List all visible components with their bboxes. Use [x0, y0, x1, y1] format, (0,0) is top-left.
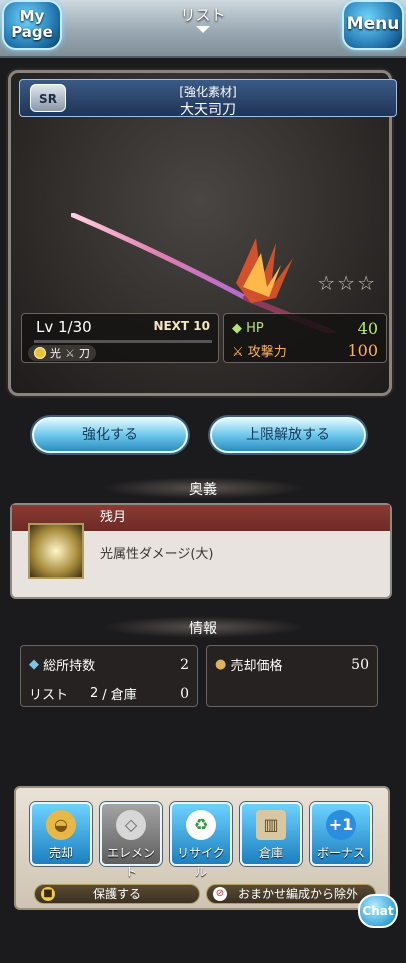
weapon-type-label: 刀 [78, 347, 90, 360]
atk-value: 100 [347, 340, 378, 360]
chat-button[interactable]: Chat [358, 894, 398, 928]
sell-value: 50 [351, 656, 369, 673]
light-element-icon [34, 347, 46, 359]
recycle-button[interactable]: ♻ リサイクル [170, 802, 232, 879]
coin-icon: ● [215, 657, 231, 672]
coin-icon: ◒ [46, 810, 76, 840]
element-button-label: エレメント [106, 846, 155, 879]
ougi-section-title: 奥義 [189, 482, 217, 498]
sell-button-label: 売却 [48, 846, 73, 860]
recycle-button-label: リサイクル [177, 846, 225, 879]
exclude-label: おまかせ編成から除外 [237, 887, 358, 901]
uncap-button[interactable]: 上限解放する [210, 417, 366, 453]
hp-value: 40 [357, 318, 378, 338]
next-exp: NEXT 10 [153, 319, 210, 333]
menu-button[interactable]: Menu [342, 0, 404, 50]
element-label: 光 [50, 347, 61, 360]
list-storage-row: リスト 2 / 倉庫 0 [29, 684, 189, 704]
hp-row: ◆ HP 40 [232, 317, 378, 339]
chat-label: Chat [362, 904, 394, 918]
level-text: Lv 1/30 [36, 318, 92, 336]
protect-toggle[interactable]: ■ 保護する [34, 884, 200, 904]
list-label: リスト [29, 688, 69, 703]
lock-icon: ■ [41, 887, 55, 901]
storage-icon: ▥ [256, 810, 286, 840]
upgrade-button[interactable]: 強化する [32, 417, 188, 453]
prohibit-icon: ⊘ [213, 887, 227, 901]
recycle-icon: ♻ [186, 810, 216, 840]
level-box: Lv 1/30 NEXT 10 光 ⚔ 刀 [21, 313, 219, 363]
weapon-stars: ☆☆☆ [317, 271, 377, 295]
bonus-button-label: ボーナス [316, 846, 365, 860]
ougi-description: 光属性ダメージ(大) [100, 547, 214, 562]
weapon-name-bar: SR [強化素材] 大天司刀 [19, 79, 397, 118]
element-button[interactable]: ◇ エレメント [100, 802, 162, 879]
owned-value: 2 [180, 656, 189, 673]
storage-label: / 倉庫 [102, 688, 137, 703]
menu-label: Menu [346, 14, 400, 34]
diamond-icon: ◆ [29, 657, 44, 672]
exp-bar [34, 340, 212, 343]
element-row: 光 ⚔ 刀 [28, 345, 96, 361]
title-notch [196, 26, 210, 34]
sell-row: ● 売却価格 50 [215, 655, 369, 675]
element-icon: ◇ [116, 810, 146, 840]
weapon-name: 大天司刀 [180, 102, 236, 118]
stat-box: ◆ HP 40 ⚔ 攻撃力 100 [223, 313, 387, 363]
owned-row: ◆ 総所持数 2 [29, 655, 189, 675]
sell-label: 売却価格 [230, 659, 283, 674]
bonus-button[interactable]: +1 ボーナス [310, 802, 372, 866]
sword-type-icon: ⚔ [65, 346, 75, 360]
top-bar: My Page リスト Menu [0, 0, 406, 58]
list-value: 2 [90, 686, 99, 701]
weapon-panel: SR [強化素材] 大天司刀 ☆☆☆ Lv 1/30 NEXT 10 光 ⚔ 刀 [8, 70, 397, 396]
hp-icon: ◆ [232, 320, 247, 336]
ougi-box: 残月 光属性ダメージ(大) [10, 503, 392, 599]
hp-label: HP [246, 320, 264, 336]
uncap-label: 上限解放する [246, 427, 330, 443]
protect-label: 保護する [92, 887, 141, 901]
bonus-icon: +1 [326, 810, 356, 840]
owned-info-box: ◆ 総所持数 2 リスト 2 / 倉庫 0 [20, 645, 198, 707]
sell-info-box: ● 売却価格 50 [206, 645, 378, 707]
sell-button[interactable]: ◒ 売却 [30, 802, 92, 866]
weapon-category: [強化素材] [179, 85, 237, 99]
action-tray: ◒ 売却 ◇ エレメント ♻ リサイクル ▥ 倉庫 +1 ボーナス ■ 保護する… [14, 786, 390, 910]
storage-button[interactable]: ▥ 倉庫 [240, 802, 302, 866]
info-section-title: 情報 [189, 621, 217, 637]
owned-label: 総所持数 [43, 659, 96, 674]
ougi-skill-icon [28, 523, 84, 579]
attack-icon: ⚔ [232, 344, 248, 360]
atk-row: ⚔ 攻撃力 100 [232, 339, 378, 361]
upgrade-label: 強化する [82, 427, 138, 443]
storage-button-label: 倉庫 [258, 846, 283, 860]
atk-label: 攻撃力 [247, 344, 287, 360]
storage-value: 0 [180, 685, 189, 702]
exclude-toggle[interactable]: ⊘ おまかせ編成から除外 [206, 884, 376, 904]
